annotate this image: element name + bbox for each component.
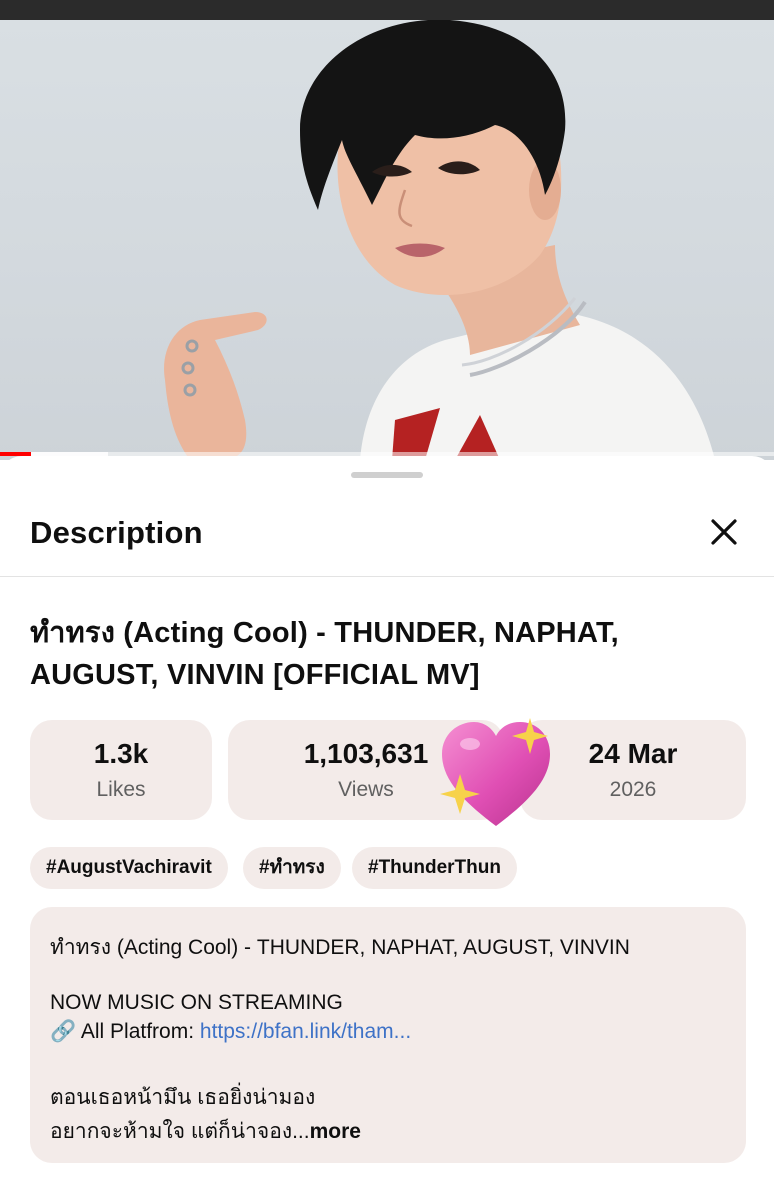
likes-label: Likes: [96, 778, 146, 801]
publish-date-stat: 24 Mar 2026: [520, 720, 746, 820]
publish-day-month: 24 Mar: [588, 738, 678, 769]
close-icon: [711, 519, 737, 545]
description-body: ทำทรง (Acting Cool) - THUNDER, NAPHAT, A…: [30, 907, 746, 1163]
hashtag-chip[interactable]: #AugustVachiravit: [30, 847, 228, 889]
publish-year: 2026: [609, 778, 657, 801]
hashtag-chip[interactable]: #ThunderThun: [352, 847, 517, 889]
link-prefix: All Platfrom:: [80, 1020, 195, 1043]
close-button[interactable]: [706, 514, 742, 550]
description-sheet: Description ทำทรง (Acting Cool) - THUNDE…: [0, 456, 774, 1200]
sheet-header: Description: [0, 504, 774, 577]
status-bar: [0, 0, 774, 20]
likes-stat: 1.3k Likes: [30, 720, 212, 820]
drag-handle[interactable]: [351, 472, 423, 478]
video-frame: [164, 20, 715, 460]
likes-count: 1.3k: [93, 738, 149, 769]
description-line: NOW MUSIC ON STREAMING: [50, 991, 343, 1014]
video-title: ทำทรง (Acting Cool) - THUNDER, NAPHAT, A…: [30, 617, 619, 691]
hashtag-chip[interactable]: #ทำทรง: [243, 847, 341, 889]
description-line: อยากจะห้ามใจ แต่ก็น่าจอง...: [50, 1120, 310, 1143]
description-line: ตอนเธอหน้ามึน เธอยิ่งน่ามอง: [50, 1086, 316, 1109]
views-stat: 1,103,631 Views: [228, 720, 504, 820]
sheet-title: Description: [30, 515, 203, 550]
streaming-link[interactable]: https://bfan.link/tham...: [200, 1020, 411, 1043]
show-more-button[interactable]: more: [310, 1120, 361, 1143]
description-link-line: 🔗 All Platfrom: https://bfan.link/tham..…: [50, 1020, 411, 1044]
description-line: ทำทรง (Acting Cool) - THUNDER, NAPHAT, A…: [50, 936, 630, 959]
views-count: 1,103,631: [303, 738, 429, 769]
views-label: Views: [338, 778, 394, 801]
description-last-line: อยากจะห้ามใจ แต่ก็น่าจอง...more: [50, 1115, 361, 1148]
link-icon: 🔗: [50, 1020, 77, 1043]
video-player[interactable]: [0, 20, 774, 460]
